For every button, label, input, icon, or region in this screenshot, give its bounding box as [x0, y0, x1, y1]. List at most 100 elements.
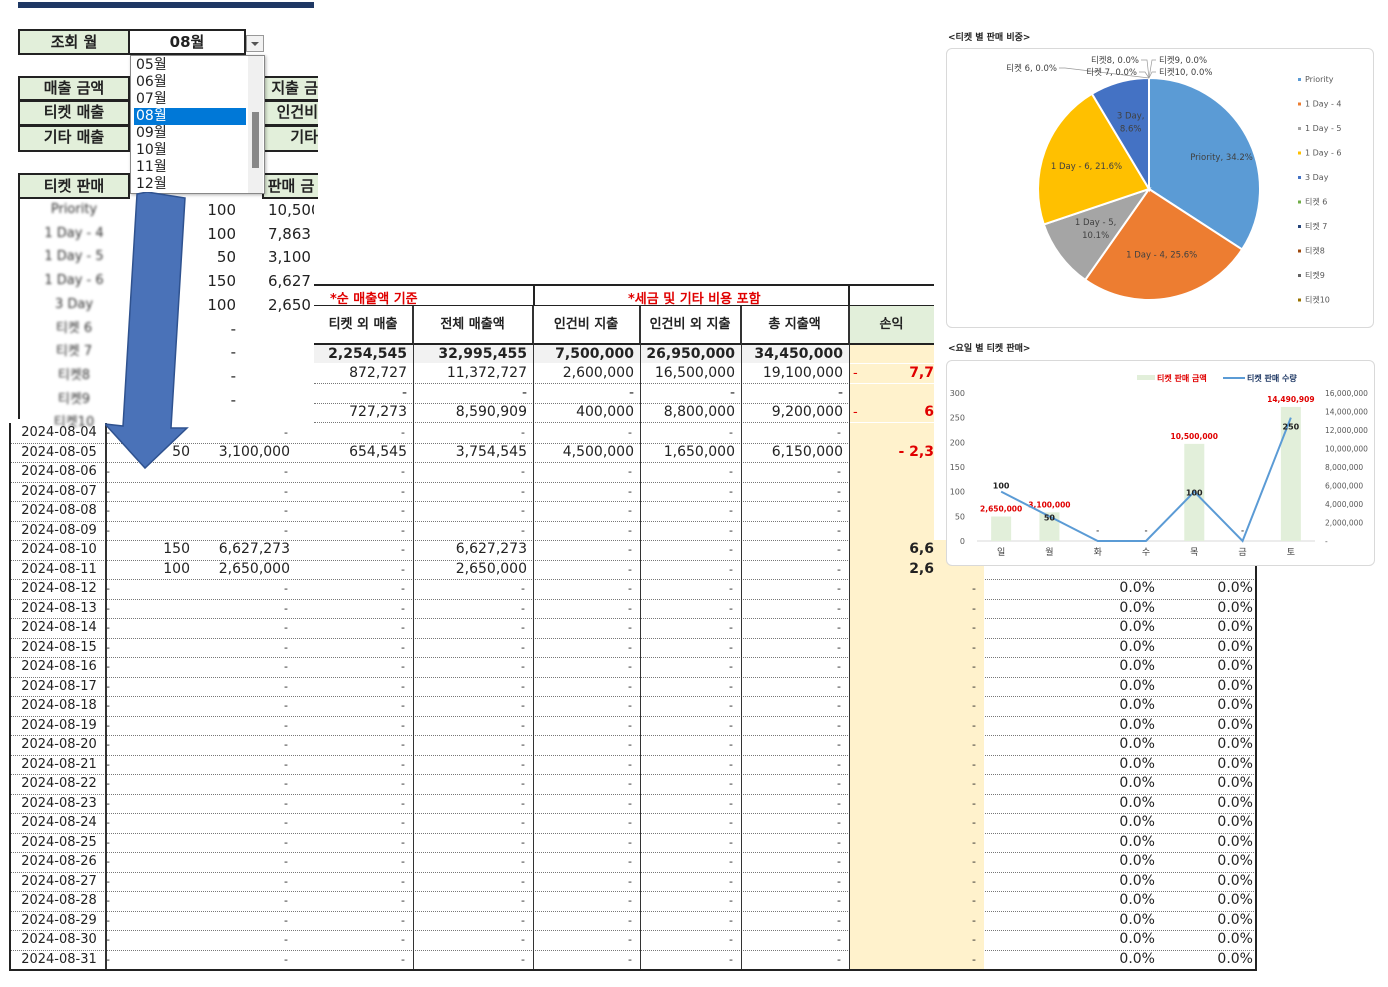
table-cell: -	[401, 816, 405, 829]
dropdown-option[interactable]: 10월	[134, 142, 246, 159]
table-cell: -	[628, 952, 632, 966]
table-cell: -	[837, 640, 841, 654]
table-cell: -	[401, 699, 405, 712]
table-row-date: 2024-08-09	[21, 522, 97, 538]
table-cell: 9,200,000	[771, 404, 843, 420]
table-row-date: 2024-08-25	[21, 834, 97, 850]
table-cell: -	[729, 835, 733, 849]
table-cell: -	[837, 952, 841, 966]
month-filter-select[interactable]: 08월	[130, 29, 246, 55]
table-cell: -	[401, 523, 405, 537]
table-cell: -	[521, 426, 525, 439]
table-cell: -	[401, 952, 405, 966]
table-cell: -	[628, 384, 634, 401]
ticket-amount: 7,863	[268, 224, 311, 243]
pl-value: -	[972, 679, 976, 693]
table-cell: -	[521, 679, 525, 693]
table-cell: -	[729, 718, 733, 732]
legend-marker	[1298, 151, 1301, 155]
table-cell: 32,995,455	[438, 346, 527, 362]
percent-cell: 0.0%	[1119, 755, 1155, 772]
dropdown-option[interactable]: 11월	[134, 159, 246, 176]
y-right-tick: 14,000,000	[1325, 408, 1368, 417]
table-cell: -	[837, 484, 841, 498]
pl-value	[850, 423, 934, 443]
pl-value: -	[972, 933, 976, 946]
table-row-date: 2024-08-22	[21, 776, 97, 791]
table-cell: -	[837, 699, 841, 712]
legend-marker	[1298, 176, 1301, 179]
table-cell: -	[401, 933, 405, 946]
y-left-tick: 100	[950, 488, 965, 497]
percent-cell: 0.0%	[1217, 833, 1253, 850]
table-cell: -	[837, 913, 841, 927]
table-cell: -	[521, 582, 525, 595]
chevron-down-icon	[251, 42, 259, 46]
table-cell: -	[521, 796, 525, 810]
table-cell: -	[628, 757, 632, 771]
table-cell: -	[521, 504, 525, 517]
table-cell: 2,650,000	[218, 560, 290, 577]
table-cell: -	[837, 582, 841, 595]
dropdown-option[interactable]: 09월	[134, 125, 246, 142]
pie-data-label: 10.1%	[1082, 231, 1109, 241]
column-header: 인건비 지출	[533, 306, 640, 344]
table-row-date: 2024-08-30	[21, 932, 97, 947]
table-cell: -	[521, 384, 527, 401]
pl-value	[850, 462, 934, 482]
x-tick: 수	[1142, 547, 1150, 558]
col-divider	[533, 306, 534, 423]
table-cell: -	[837, 738, 841, 751]
dropdown-option[interactable]: 06월	[134, 74, 246, 91]
table-cell: -	[401, 640, 405, 654]
x-tick: 일	[997, 547, 1005, 558]
line-data-label: 250	[1283, 423, 1300, 432]
table-cell: -	[284, 504, 288, 517]
column-header: 전체 매출액	[413, 306, 533, 344]
dropdown-option[interactable]: 05월	[134, 57, 246, 74]
table-row-date: 2024-08-08	[21, 503, 97, 518]
dropdown-toggle-button[interactable]	[246, 35, 264, 52]
table-cell: -	[837, 757, 841, 771]
percent-cell: 0.0%	[1217, 677, 1253, 694]
table-cell: -	[284, 426, 288, 439]
dropdown-option[interactable]: 08월	[134, 108, 246, 125]
table-cell: -	[628, 835, 632, 849]
pl-value: -	[972, 952, 976, 966]
pie-data-label: Priority, 34.2%	[1190, 153, 1253, 163]
percent-cell: 0.0%	[1119, 794, 1155, 811]
percent-cell: 0.0%	[1217, 892, 1253, 908]
pl-value: 6,6	[909, 541, 934, 557]
table-cell: -	[628, 660, 632, 673]
table-row-date: 2024-08-23	[21, 795, 97, 811]
table-cell: -	[628, 582, 632, 595]
table-cell: -	[401, 913, 405, 927]
y-right-tick: 8,000,000	[1325, 463, 1363, 472]
pl-value: -	[972, 757, 976, 771]
table-cell: -	[837, 465, 841, 478]
y-right-tick: 12,000,000	[1325, 426, 1368, 435]
pie-data-label: 티켓 7, 0.0%	[1086, 67, 1137, 78]
table-cell: -	[729, 816, 733, 829]
table-cell: -	[837, 894, 841, 907]
legend-label: 1 Day - 6	[1305, 149, 1342, 158]
summary-label: 티켓 매출	[18, 101, 130, 126]
pie-data-label: 1 Day - 4, 25.6%	[1126, 250, 1197, 260]
dropdown-scroll-thumb[interactable]	[252, 112, 259, 168]
percent-cell: 0.0%	[1119, 658, 1155, 674]
table-cell: -	[837, 874, 841, 888]
pl-value: -	[972, 718, 976, 732]
legend-marker	[1298, 274, 1301, 277]
ticket-amount	[268, 318, 314, 340]
ticket-amount: 2,650	[268, 295, 311, 314]
bar-data-label: 10,500,000	[1171, 432, 1218, 441]
col-divider	[105, 423, 107, 969]
dropdown-option[interactable]: 12월	[134, 176, 246, 193]
table-cell: 3,100,000	[218, 443, 290, 460]
pie-chart-title: <티켓 별 판매 비중>	[948, 33, 1031, 43]
table-cell: -	[729, 679, 733, 693]
dropdown-scrollbar[interactable]	[248, 56, 263, 193]
ticket-left-border	[18, 199, 20, 419]
dropdown-option[interactable]: 07월	[134, 91, 246, 108]
summary-right-label: 기타	[262, 126, 318, 152]
